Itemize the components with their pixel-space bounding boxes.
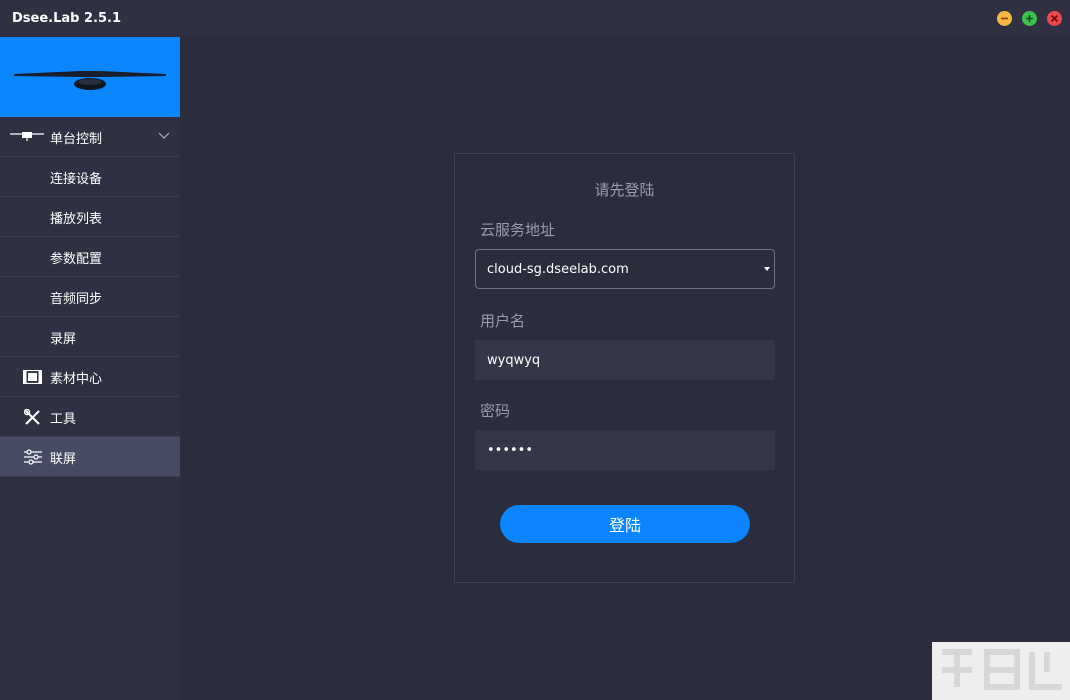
minimize-button[interactable] xyxy=(997,11,1012,26)
film-icon xyxy=(23,370,42,384)
login-button[interactable]: 登陆 xyxy=(500,505,750,543)
product-banner xyxy=(0,37,180,117)
sidebar-item-label: 联屏 xyxy=(50,452,77,467)
sidebar-item-label: 播放列表 xyxy=(50,212,103,227)
sidebar-item-parameter-config[interactable]: 参数配置 xyxy=(0,237,180,277)
title-bar: Dsee.Lab 2.5.1 xyxy=(0,0,1070,37)
minimize-icon xyxy=(1001,17,1008,20)
login-title: 请先登陆 xyxy=(594,181,655,199)
close-button[interactable] xyxy=(1047,11,1062,26)
sidebar-item-label: 录屏 xyxy=(50,332,77,347)
chevron-down-icon xyxy=(158,132,170,139)
sliders-icon xyxy=(24,449,42,465)
password-input[interactable] xyxy=(475,430,775,470)
sidebar-item-audio-sync[interactable]: 音频同步 xyxy=(0,277,180,317)
sidebar-item-label: 单台控制 xyxy=(50,132,103,147)
close-icon xyxy=(1050,14,1059,23)
sidebar-item-playlist[interactable]: 播放列表 xyxy=(0,197,180,237)
sidebar-item-multi-screen[interactable]: 联屏 xyxy=(0,437,180,477)
sidebar-item-tools[interactable]: 工具 xyxy=(0,397,180,437)
hologram-fan-image xyxy=(14,71,166,90)
sidebar: 单台控制 连接设备 播放列表 参数配置 音频同步 录屏 素材中心 工具 联屏 xyxy=(0,37,180,700)
sidebar-item-label: 连接设备 xyxy=(50,172,103,187)
sidebar-item-label: 参数配置 xyxy=(50,252,103,267)
server-label: 云服务地址 xyxy=(480,221,556,239)
app-title: Dsee.Lab 2.5.1 xyxy=(12,11,122,26)
login-panel: 请先登陆 云服务地址 cloud-sg.dseelab.com 用户名 密码 登… xyxy=(454,153,795,583)
plus-icon xyxy=(1026,15,1033,22)
password-label: 密码 xyxy=(480,402,511,420)
server-select[interactable]: cloud-sg.dseelab.com xyxy=(475,249,775,289)
sidebar-item-label: 素材中心 xyxy=(50,372,103,387)
sidebar-item-label: 音频同步 xyxy=(50,292,103,307)
sidebar-item-single-control[interactable]: 单台控制 xyxy=(0,117,180,157)
server-select-value: cloud-sg.dseelab.com xyxy=(487,262,629,277)
sidebar-item-connect-device[interactable]: 连接设备 xyxy=(0,157,180,197)
maximize-button[interactable] xyxy=(1022,11,1037,26)
watermark-logo xyxy=(932,642,1070,700)
username-input[interactable] xyxy=(475,340,775,380)
tools-icon xyxy=(24,409,40,425)
username-label: 用户名 xyxy=(480,312,526,330)
caret-down-icon xyxy=(764,267,770,271)
sidebar-item-screen-record[interactable]: 录屏 xyxy=(0,317,180,357)
sidebar-item-materials[interactable]: 素材中心 xyxy=(0,357,180,397)
screen-icon xyxy=(10,132,44,141)
sidebar-item-label: 工具 xyxy=(50,412,77,427)
